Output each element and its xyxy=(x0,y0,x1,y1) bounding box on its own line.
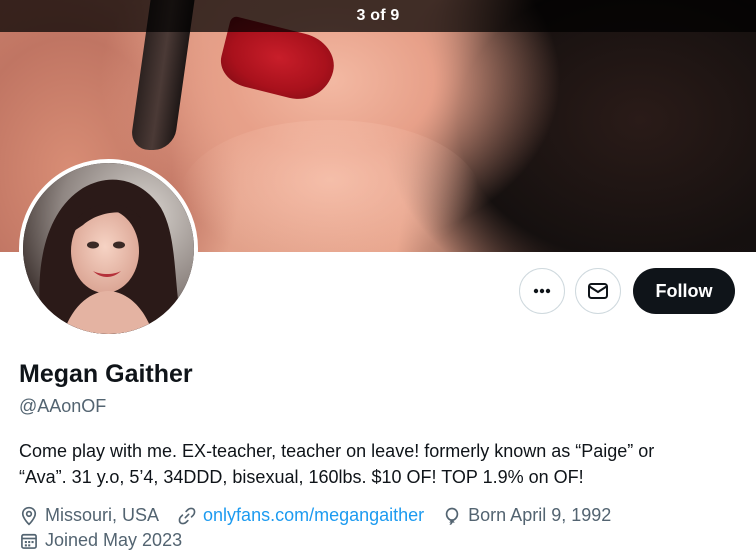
envelope-icon xyxy=(588,283,608,299)
profile-meta-row: Missouri, USA onlyfans.com/megangaither … xyxy=(19,505,629,526)
calendar-icon xyxy=(21,533,37,549)
profile-name: Megan Gaither xyxy=(19,360,193,388)
follow-button[interactable]: Follow xyxy=(633,268,735,314)
avatar-image xyxy=(23,163,194,334)
website-link[interactable]: onlyfans.com/megangaither xyxy=(203,505,424,526)
website-item: onlyfans.com/megangaither xyxy=(177,505,424,526)
joined-item: Joined May 2023 xyxy=(19,530,182,551)
link-icon xyxy=(178,507,196,524)
profile-actions: Follow xyxy=(519,268,735,314)
avatar[interactable] xyxy=(19,159,198,338)
birthday-item: Born April 9, 1992 xyxy=(442,505,611,526)
bio-line: “Ava”. 31 y.o, 5’4, 34DDD, bisexual, 160… xyxy=(19,467,584,487)
birthday-text: Born April 9, 1992 xyxy=(468,505,612,525)
message-button[interactable] xyxy=(575,268,621,314)
location-pin-icon xyxy=(21,506,37,526)
location-text: Missouri, USA xyxy=(45,505,160,525)
profile-meta-row: Joined May 2023 xyxy=(19,530,200,551)
banner-face-shade xyxy=(180,120,480,252)
joined-text: Joined May 2023 xyxy=(45,530,183,550)
more-button[interactable] xyxy=(519,268,565,314)
location-item: Missouri, USA xyxy=(19,505,159,526)
more-horizontal-icon xyxy=(533,288,551,294)
balloon-icon xyxy=(445,507,459,525)
gallery-counter: 3 of 9 xyxy=(356,7,400,24)
profile-handle: @AAonOF xyxy=(19,396,107,416)
gallery-counter-bar: 3 of 9 xyxy=(0,0,756,32)
bio-line: Come play with me. EX-teacher, teacher o… xyxy=(19,441,655,461)
profile-bio: Come play with me. EX-teacher, teacher o… xyxy=(19,438,729,490)
